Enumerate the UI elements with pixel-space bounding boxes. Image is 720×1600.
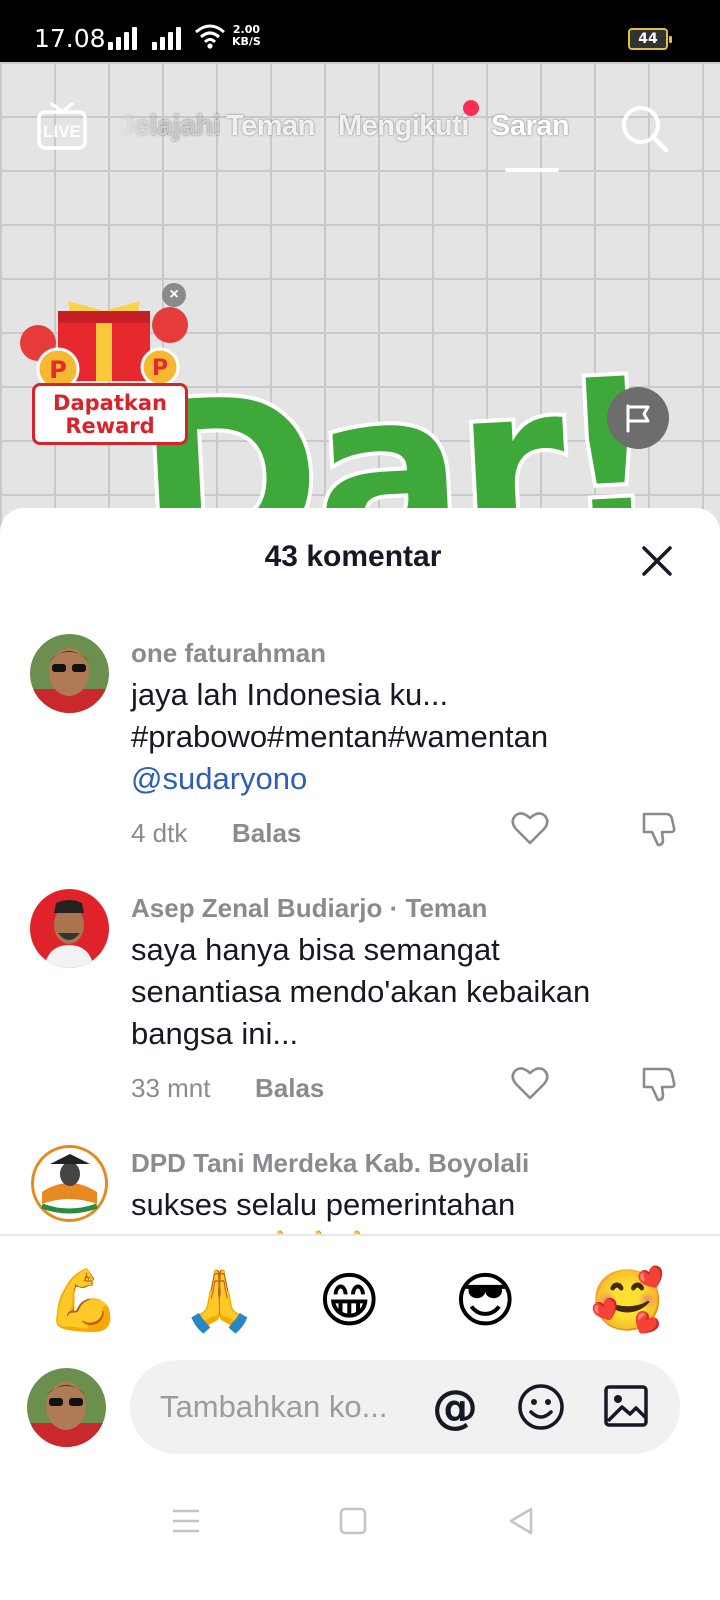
tab-suggestions[interactable]: Saran <box>491 110 570 143</box>
comment-timestamp: 4 dtk <box>131 818 188 848</box>
composer-panel: 💪 🙏 😁 😎 🥰 @ <box>0 1236 720 1600</box>
reward-close-button[interactable]: × <box>162 283 186 307</box>
reward-label-line2: Reward <box>65 414 155 438</box>
home-icon[interactable] <box>338 1506 368 1536</box>
system-navigation-bar <box>0 1498 720 1558</box>
signal-icon-2 <box>152 26 181 50</box>
at-icon[interactable]: @ <box>432 1380 478 1434</box>
comment-text-line: #prabowo#mentan#wamentan <box>131 719 549 754</box>
quick-emoji-row: 💪 🙏 😁 😎 🥰 <box>0 1266 720 1336</box>
thumbs-down-icon[interactable] <box>638 808 678 848</box>
svg-text:P: P <box>152 356 168 381</box>
active-tab-indicator <box>505 168 559 172</box>
tab-following[interactable]: Mengikuti <box>338 110 469 143</box>
emoji-grinning-face[interactable]: 😁 <box>318 1266 381 1336</box>
back-icon[interactable] <box>506 1506 536 1536</box>
flag-icon <box>626 404 650 433</box>
comment-input-row: @ <box>0 1360 720 1454</box>
tab-explore[interactable]: Jelajahi <box>118 110 221 143</box>
reward-widget[interactable]: P P × Dapatkan Reward <box>18 283 190 448</box>
emoji-icon[interactable] <box>516 1382 566 1432</box>
top-nav: LIVE Jelajahi Teman Mengikuti Saran <box>0 90 720 180</box>
net-speed: 2.00 KB/S <box>232 24 261 48</box>
net-speed-unit: KB/S <box>232 35 261 48</box>
wifi-icon <box>195 24 225 49</box>
tab-friends[interactable]: Teman <box>226 110 315 143</box>
menu-icon[interactable] <box>170 1506 202 1536</box>
comment-text-line: senantiasa mendo'akan kebaikan <box>131 974 591 1009</box>
live-label: LIVE <box>43 122 81 141</box>
status-bar: 17.08 2.00 KB/S 44 <box>0 0 720 62</box>
comment-text: jaya lah Indonesia ku... #prabowo#mentan… <box>131 674 671 800</box>
image-icon[interactable] <box>602 1382 650 1430</box>
svg-text:P: P <box>49 356 67 384</box>
comment-author[interactable]: Asep Zenal Budiarjo · Teman <box>131 893 487 924</box>
comment-text: saya hanya bisa semangat senantiasa mend… <box>131 929 671 1055</box>
comments-count-title: 43 komentar <box>264 540 442 573</box>
battery-icon: 44 <box>628 28 672 50</box>
comment-text-line: saya hanya bisa semangat <box>131 932 500 967</box>
reply-button[interactable]: Balas <box>232 818 301 849</box>
reply-button[interactable]: Balas <box>255 1073 324 1104</box>
comment-text-line: bangsa ini... <box>131 1016 299 1051</box>
avatar[interactable] <box>30 634 109 713</box>
reward-label[interactable]: Dapatkan Reward <box>32 383 188 445</box>
comments-sheet: 43 komentar one faturahman jaya lah Indo… <box>0 508 720 1600</box>
status-time: 17.08 <box>34 24 106 53</box>
emoji-flexed-biceps[interactable]: 💪 <box>46 1266 121 1336</box>
avatar[interactable] <box>30 889 109 968</box>
comment-mention-link[interactable]: @sudaryono <box>131 758 671 800</box>
emoji-folded-hands[interactable]: 🙏 <box>182 1266 257 1336</box>
close-icon[interactable] <box>640 544 674 578</box>
emoji-sunglasses-face[interactable]: 😎 <box>454 1266 517 1336</box>
current-user-avatar[interactable] <box>27 1368 106 1447</box>
notification-dot <box>463 100 479 116</box>
report-button[interactable] <box>607 387 669 449</box>
emoji-smiling-hearts-face[interactable]: 🥰 <box>590 1266 665 1336</box>
heart-icon[interactable] <box>510 808 550 848</box>
signal-icon-1 <box>108 26 137 50</box>
comment-text-line: sukses selalu pemerintahan <box>131 1187 516 1222</box>
comment-input-box[interactable]: @ <box>130 1360 680 1454</box>
comment-author[interactable]: one faturahman <box>131 638 326 669</box>
comment-input[interactable] <box>160 1384 410 1430</box>
comment-author[interactable]: DPD Tani Merdeka Kab. Boyolali <box>131 1148 529 1179</box>
reward-label-line1: Dapatkan <box>53 391 167 415</box>
comment-text-line: jaya lah Indonesia ku... <box>131 677 449 712</box>
search-icon[interactable] <box>620 104 670 154</box>
thumbs-down-icon[interactable] <box>638 1063 678 1103</box>
comment-timestamp: 33 mnt <box>131 1073 211 1103</box>
battery-level: 44 <box>638 31 658 47</box>
avatar[interactable] <box>30 1144 109 1223</box>
heart-icon[interactable] <box>510 1063 550 1103</box>
live-icon[interactable]: LIVE <box>36 100 88 152</box>
